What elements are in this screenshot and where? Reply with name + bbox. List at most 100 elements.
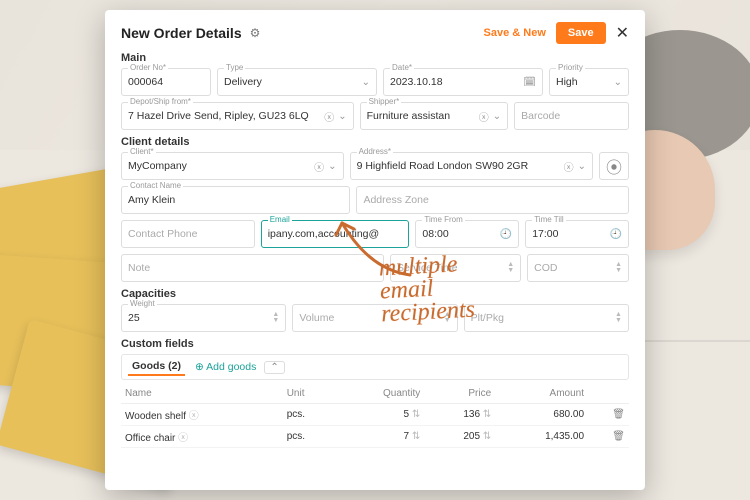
order-no-field[interactable]: Order No* 000064 [121,68,211,96]
cell-price[interactable]: 136 [463,409,480,420]
field-label: Time From [422,215,464,224]
table-row: Office chair ⓧ pcs. 7 ⇅ 205 ⇅ 1,435.00 🗑 [121,426,629,448]
cell-qty[interactable]: 7 [404,431,410,442]
clear-icon[interactable]: ⓧ [324,109,334,124]
goods-table: Name Unit Quantity Price Amount Wooden s… [121,384,629,448]
clear-icon[interactable]: ⓧ [314,159,324,174]
clock-icon: 🕘 [500,229,512,240]
field-label: Address* [357,147,393,156]
barcode-field[interactable]: Barcode [514,102,629,130]
map-pin-button[interactable]: ⦿ [599,152,629,180]
type-field[interactable]: Type Delivery ⌄ [217,68,377,96]
stepper-icon[interactable]: ▲▼ [444,312,451,324]
field-value: 08:00 [422,228,495,240]
goods-tab[interactable]: Goods (2) [128,358,185,376]
clear-icon[interactable]: ⓧ [564,159,574,174]
field-label: Client* [128,147,156,156]
add-goods-button[interactable]: ⊕ Add goods [195,361,256,373]
clear-icon[interactable]: ⓧ [178,433,188,444]
cell-unit: pcs. [283,426,335,448]
address-zone-field[interactable]: Address Zone [356,186,629,214]
field-label: Order No* [128,63,168,72]
field-label: Contact Name [128,181,183,190]
pin-icon: ⦿ [606,154,622,178]
save-button[interactable]: Save [556,22,606,44]
cell-amount: 1,435.00 [495,426,588,448]
cell-price[interactable]: 205 [463,431,480,442]
cell-unit: pcs. [283,404,335,426]
cell-name: Wooden shelf [125,411,186,422]
chevron-down-icon: ⌄ [338,111,346,122]
contact-name-field[interactable]: Contact Name Amy Klein [121,186,350,214]
priority-field[interactable]: Priority High ⌄ [549,68,629,96]
cell-amount: 680.00 [495,404,588,426]
chevron-down-icon: ⌄ [578,161,586,172]
address-field[interactable]: Address* 9 Highfield Road London SW90 2G… [350,152,593,180]
pltpkg-field[interactable]: Plt/Pkg ▲▼ [464,304,629,332]
chevron-down-icon: ⌄ [362,77,370,88]
col-price: Price [424,384,495,404]
collapse-icon[interactable]: ⌃ [264,361,284,374]
table-row: Wooden shelf ⓧ pcs. 5 ⇅ 136 ⇅ 680.00 🗑 [121,404,629,426]
time-till-field[interactable]: Time Till 17:00 🕘 [525,220,629,248]
calendar-icon: 🗓 [523,77,536,88]
field-label: Time Till [532,215,565,224]
volume-field[interactable]: Volume ▲▼ [292,304,457,332]
field-label: Email [268,215,292,224]
client-field[interactable]: Client* MyCompany ⓧ ⌄ [121,152,344,180]
section-main: Main [121,52,629,64]
chevron-down-icon: ⌄ [614,77,622,88]
weight-field[interactable]: Weight 25 ▲▼ [121,304,286,332]
service-time-field[interactable]: Service Time ▲▼ [390,254,521,282]
modal-title: New Order Details [121,25,242,41]
field-value: Delivery [224,76,358,88]
order-modal: New Order Details ⚙ Save & New Save ✕ Ma… [105,10,645,490]
field-value: 7 Hazel Drive Send, Ripley, GU23 6LQ [128,110,320,122]
stepper-icon[interactable]: ▲▼ [615,312,622,324]
cell-qty[interactable]: 5 [404,409,410,420]
field-placeholder: Barcode [521,110,622,122]
chevron-down-icon: ⌄ [493,111,501,122]
depot-field[interactable]: Depot/Ship from* 7 Hazel Drive Send, Rip… [121,102,354,130]
email-field[interactable]: Email ipany.com,accounting@ [261,220,410,248]
stepper-icon[interactable]: ▲▼ [615,262,622,274]
field-value: Furniture assistan [367,110,475,122]
field-value: 9 Highfield Road London SW90 2GR [357,160,560,172]
note-field[interactable]: Note [121,254,384,282]
field-placeholder: Plt/Pkg [471,312,611,324]
stepper-icon[interactable]: ▲▼ [507,262,514,274]
field-value: 2023.10.18 [390,76,519,88]
contact-phone-field[interactable]: Contact Phone [121,220,255,248]
trash-icon[interactable]: 🗑 [612,409,625,420]
field-label: Weight [128,299,157,308]
col-amount: Amount [495,384,588,404]
field-label: Depot/Ship from* [128,97,193,106]
col-unit: Unit [283,384,335,404]
clock-icon: 🕘 [610,229,622,240]
modal-header: New Order Details ⚙ Save & New Save ✕ [121,22,629,44]
field-placeholder: COD [534,262,611,274]
field-value: MyCompany [128,160,310,172]
field-label: Priority [556,63,585,72]
field-value: Amy Klein [128,194,343,206]
goods-bar: Goods (2) ⊕ Add goods ⌃ [121,354,629,380]
field-value: ipany.com,accounting@ [268,228,403,240]
shipper-field[interactable]: Shipper* Furniture assistan ⓧ ⌄ [360,102,509,130]
trash-icon[interactable]: 🗑 [612,431,625,442]
field-label: Date* [390,63,414,72]
field-value: High [556,76,610,88]
section-capacities: Capacities [121,288,629,300]
field-placeholder: Service Time [397,262,503,274]
gear-icon[interactable]: ⚙ [250,26,261,40]
save-and-new-link[interactable]: Save & New [484,27,546,39]
date-field[interactable]: Date* 2023.10.18 🗓 [383,68,543,96]
time-from-field[interactable]: Time From 08:00 🕘 [415,220,519,248]
clear-icon[interactable]: ⓧ [189,411,199,422]
section-custom: Custom fields [121,338,629,350]
stepper-icon[interactable]: ▲▼ [272,312,279,324]
field-value: 000064 [128,76,204,88]
col-qty: Quantity [335,384,424,404]
clear-icon[interactable]: ⓧ [479,109,489,124]
cod-field[interactable]: COD ▲▼ [527,254,629,282]
close-icon[interactable]: ✕ [616,23,629,43]
